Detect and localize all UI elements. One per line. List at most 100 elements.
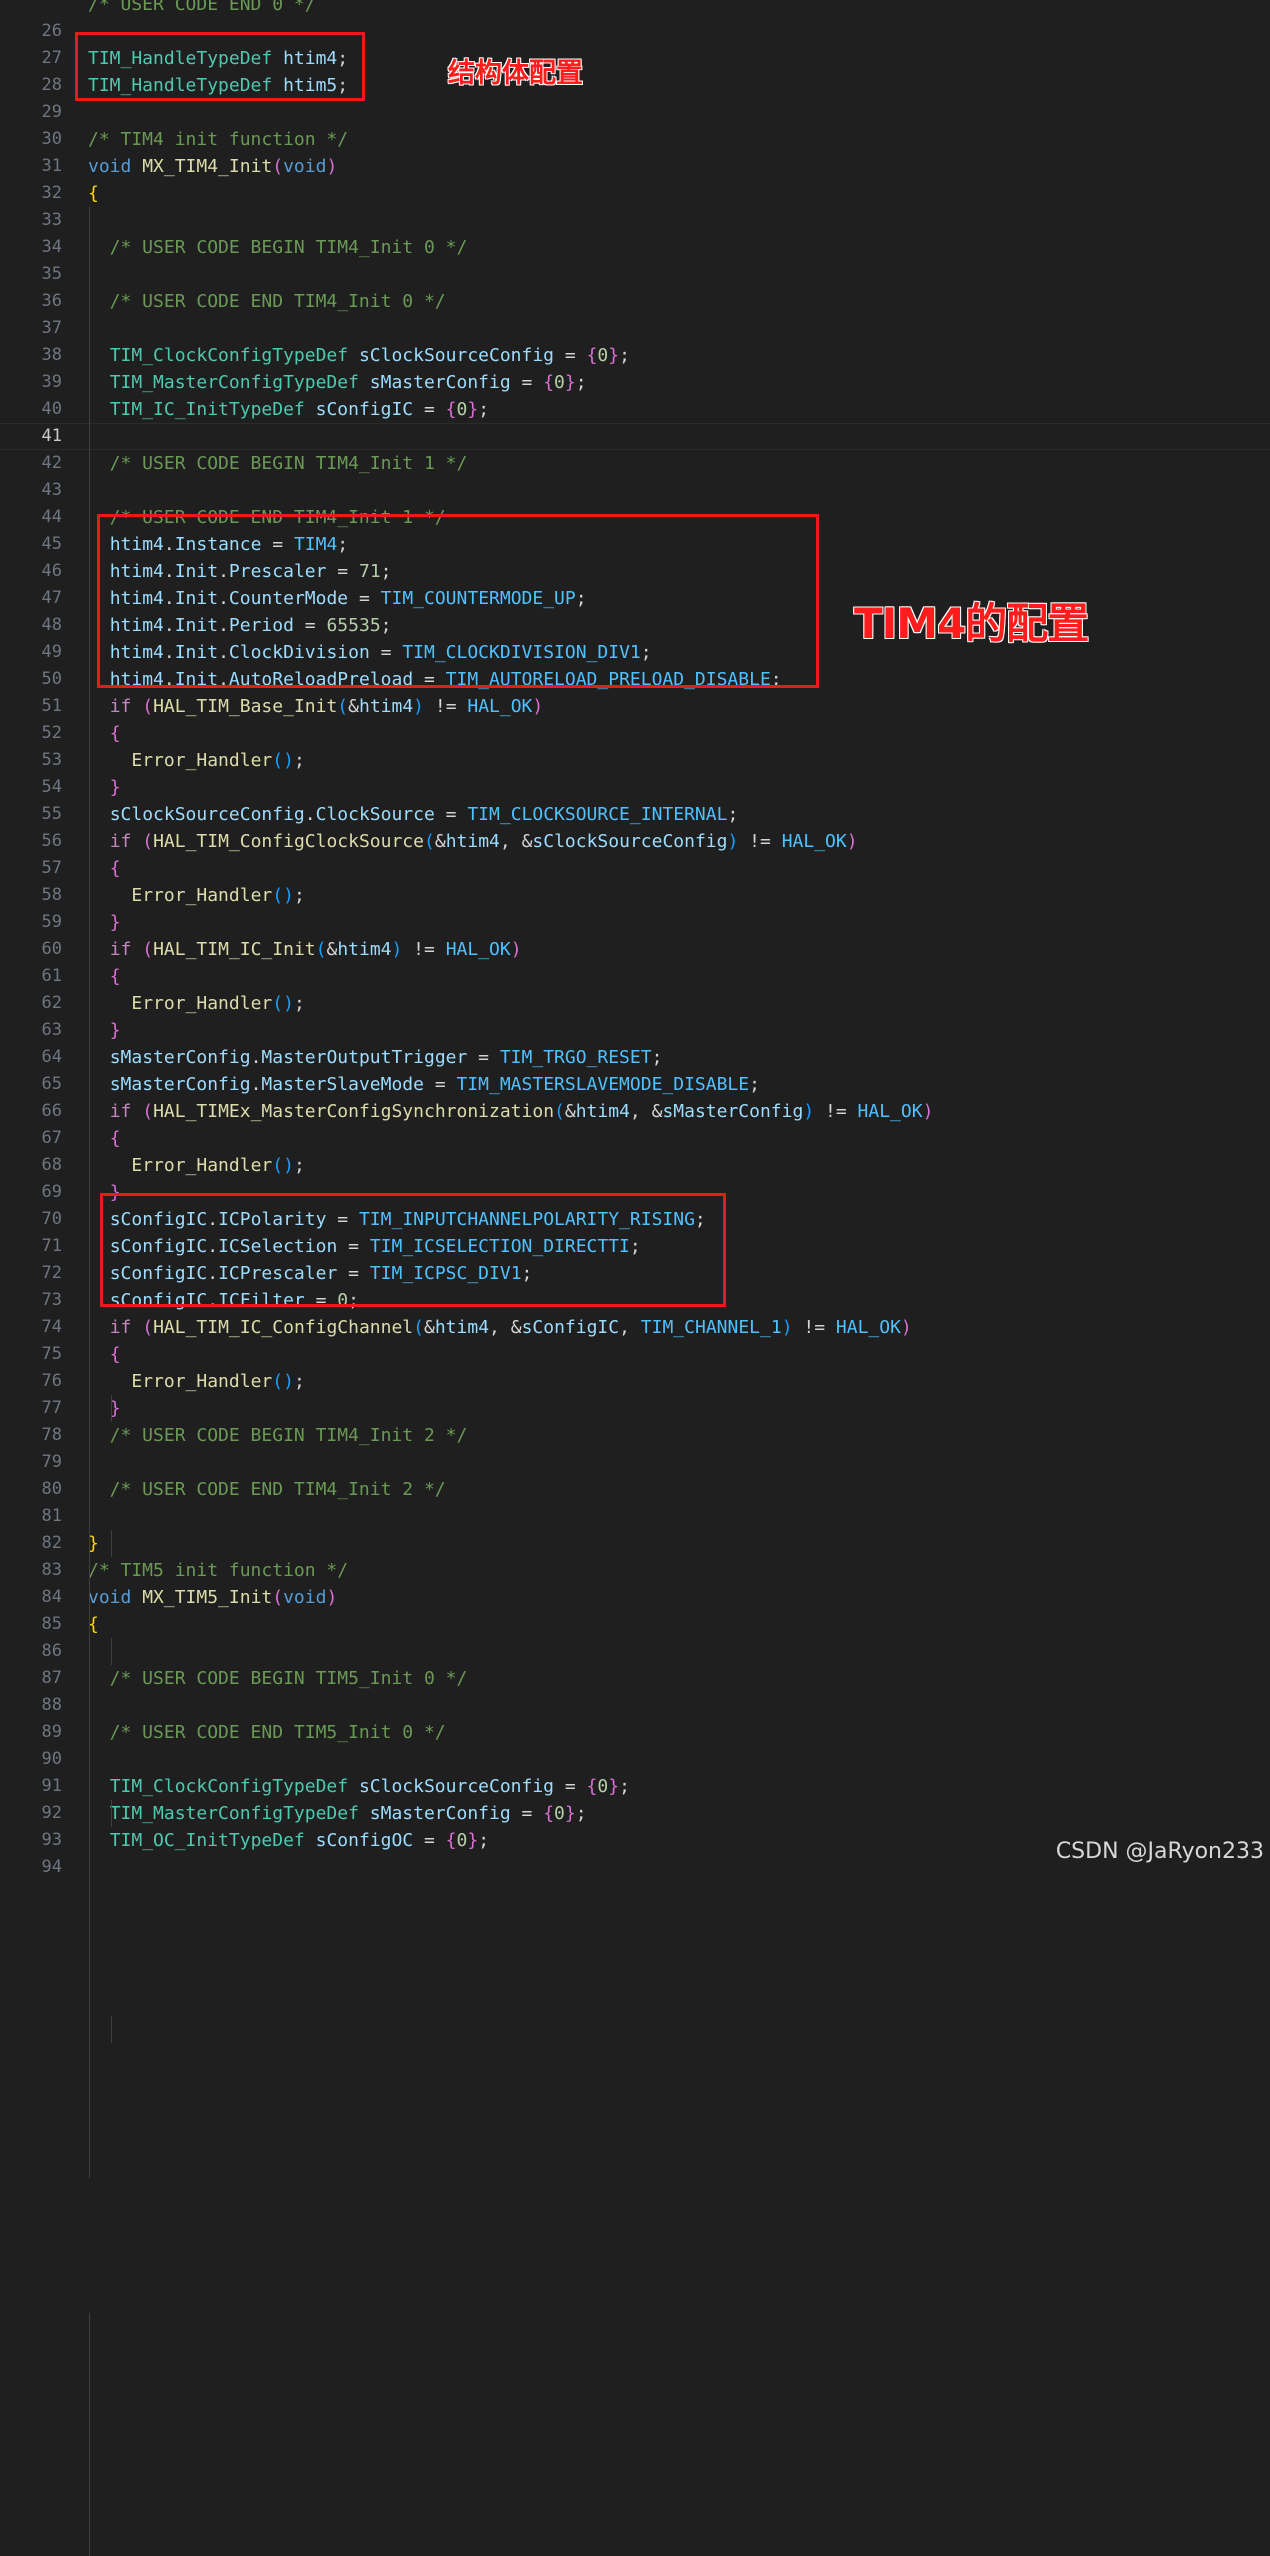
code-line[interactable]: 67 { (0, 1125, 1270, 1152)
code-line[interactable]: 66 if (HAL_TIMEx_MasterConfigSynchroniza… (0, 1098, 1270, 1125)
code-text: /* USER CODE BEGIN TIM4_Init 0 */ (88, 234, 468, 261)
code-line[interactable]: 76 Error_Handler(); (0, 1368, 1270, 1395)
code-line[interactable]: 55 sClockSourceConfig.ClockSource = TIM_… (0, 801, 1270, 828)
code-line[interactable]: 51 if (HAL_TIM_Base_Init(&htim4) != HAL_… (0, 693, 1270, 720)
code-line[interactable]: 30 /* TIM4 init function */ (0, 126, 1270, 153)
line-number: 48 (41, 615, 62, 635)
code-line[interactable]: 61 { (0, 963, 1270, 990)
code-text: if (HAL_TIM_IC_ConfigChannel(&htim4, &sC… (88, 1314, 912, 1341)
code-token: /* USER CODE END TIM4_Init 0 */ (88, 291, 446, 312)
highlight-box-input-capture (100, 1193, 726, 1307)
code-token: TIM_CLOCKSOURCE_INTERNAL (467, 804, 728, 825)
code-token: 0 (597, 1776, 609, 1797)
code-text: } (88, 1395, 121, 1422)
line-number: 64 (41, 1047, 62, 1067)
code-line[interactable]: 74 if (HAL_TIM_IC_ConfigChannel(&htim4, … (0, 1314, 1270, 1341)
code-line[interactable]: 56 if (HAL_TIM_ConfigClockSource(&htim4,… (0, 828, 1270, 855)
line-number: 29 (41, 102, 62, 122)
code-line[interactable]: 59 } (0, 909, 1270, 936)
code-line[interactable]: 35 (0, 261, 1270, 288)
line-number: 36 (41, 291, 62, 311)
code-line[interactable]: 38 TIM_ClockConfigTypeDef sClockSourceCo… (0, 342, 1270, 369)
code-line[interactable]: 62 Error_Handler(); (0, 990, 1270, 1017)
code-line[interactable]: 58 Error_Handler(); (0, 882, 1270, 909)
code-line[interactable]: 85{ (0, 1611, 1270, 1638)
code-text: TIM_MasterConfigTypeDef sMasterConfig = … (88, 1800, 587, 1827)
code-line[interactable]: 90 (0, 1746, 1270, 1773)
code-line[interactable]: 37 (0, 315, 1270, 342)
code-line[interactable]: 83 /* TIM5 init function */ (0, 1557, 1270, 1584)
code-line[interactable]: 54 } (0, 774, 1270, 801)
code-line[interactable]: 86 (0, 1638, 1270, 1665)
code-line[interactable]: 53 Error_Handler(); (0, 747, 1270, 774)
code-token: if (109, 1101, 132, 1122)
line-number: 53 (41, 750, 62, 770)
code-line[interactable]: 32 { (0, 180, 1270, 207)
code-line[interactable]: 91 TIM_ClockConfigTypeDef sClockSourceCo… (0, 1773, 1270, 1800)
code-line[interactable]: 68 Error_Handler(); (0, 1152, 1270, 1179)
code-token: ( (142, 1101, 154, 1122)
code-token: { (445, 399, 457, 420)
code-token: ; (293, 885, 305, 906)
code-line[interactable]: 29 (0, 99, 1270, 126)
code-line[interactable]: 64 sMasterConfig.MasterOutputTrigger = T… (0, 1044, 1270, 1071)
code-line[interactable]: 52 { (0, 720, 1270, 747)
code-line[interactable]: 63 } (0, 1017, 1270, 1044)
code-line[interactable]: 78 /* USER CODE BEGIN TIM4_Init 2 */ (0, 1422, 1270, 1449)
code-text: if (HAL_TIM_IC_Init(&htim4) != HAL_OK) (88, 936, 522, 963)
code-token: ) (391, 939, 403, 960)
code-line[interactable]: 43 (0, 477, 1270, 504)
line-number: 56 (41, 831, 62, 851)
code-text: } (88, 774, 121, 801)
code-line[interactable]: 57 { (0, 855, 1270, 882)
code-line[interactable]: 42 /* USER CODE BEGIN TIM4_Init 1 */ (0, 450, 1270, 477)
code-token: } (109, 1020, 121, 1041)
code-line[interactable]: 80 /* USER CODE END TIM4_Init 2 */ (0, 1476, 1270, 1503)
code-line[interactable]: 33 (0, 207, 1270, 234)
code-line[interactable]: 60 if (HAL_TIM_IC_Init(&htim4) != HAL_OK… (0, 936, 1270, 963)
code-token: = (413, 1830, 446, 1851)
code-text: TIM_MasterConfigTypeDef sMasterConfig = … (88, 369, 587, 396)
code-token: , (489, 1317, 511, 1338)
code-token: HAL_OK (445, 939, 511, 960)
code-token: = (510, 1803, 544, 1824)
code-line[interactable]: 79 (0, 1449, 1270, 1476)
code-token: ( (142, 939, 154, 960)
code-token: } (467, 1830, 479, 1851)
code-line[interactable]: 31 void MX_TIM4_Init(void) (0, 153, 1270, 180)
code-line[interactable]: 65 sMasterConfig.MasterSlaveMode = TIM_M… (0, 1071, 1270, 1098)
code-line[interactable]: 40 TIM_IC_InitTypeDef sConfigIC = {0}; (0, 396, 1270, 423)
code-token: () (272, 1371, 294, 1392)
code-text: if (HAL_TIM_Base_Init(&htim4) != HAL_OK) (88, 693, 544, 720)
tim4-config-note: TIM4的配置 (854, 599, 1089, 648)
code-line[interactable]: 81 (0, 1503, 1270, 1530)
code-line[interactable]: 87 /* USER CODE BEGIN TIM5_Init 0 */ (0, 1665, 1270, 1692)
code-line[interactable]: 39 TIM_MasterConfigTypeDef sMasterConfig… (0, 369, 1270, 396)
code-text: { (88, 720, 121, 747)
code-line[interactable]: 92 TIM_MasterConfigTypeDef sMasterConfig… (0, 1800, 1270, 1827)
code-token: TIM_ClockConfigTypeDef (109, 345, 349, 366)
code-line[interactable]: 36 /* USER CODE END TIM4_Init 0 */ (0, 288, 1270, 315)
code-token: ) (803, 1101, 815, 1122)
code-text: { (88, 1125, 121, 1152)
code-text: Error_Handler(); (88, 1152, 304, 1179)
code-line[interactable]: 41 (0, 423, 1270, 450)
code-line[interactable]: 75 { (0, 1341, 1270, 1368)
code-token: MasterSlaveMode (261, 1074, 424, 1095)
code-line[interactable]: 82} (0, 1530, 1270, 1557)
line-number: 50 (41, 669, 62, 689)
line-number: 42 (41, 453, 62, 473)
code-line[interactable]: 88 (0, 1692, 1270, 1719)
code-line[interactable]: 84 void MX_TIM5_Init(void) (0, 1584, 1270, 1611)
code-line[interactable]: 77 } (0, 1395, 1270, 1422)
code-line[interactable]: 34 /* USER CODE BEGIN TIM4_Init 0 */ (0, 234, 1270, 261)
code-line[interactable]: /* USER CODE END 0 */ (0, 0, 1270, 18)
code-editor[interactable]: /* USER CODE END 0 */26 27 TIM_HandleTypeD… (0, 0, 1270, 2556)
code-line[interactable]: 89 /* USER CODE END TIM5_Init 0 */ (0, 1719, 1270, 1746)
line-number: 73 (41, 1290, 62, 1310)
